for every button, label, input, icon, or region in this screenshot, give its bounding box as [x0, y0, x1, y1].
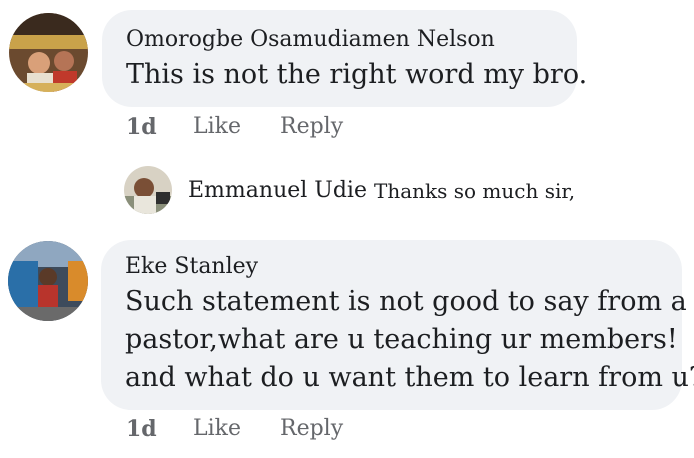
avatar[interactable]	[9, 13, 88, 92]
avatar[interactable]	[8, 241, 88, 321]
reply-button[interactable]: Reply	[280, 114, 343, 139]
avatar-photo	[124, 166, 172, 214]
reply-text: Thanks so much sir,	[374, 179, 576, 203]
reply-avatar[interactable]	[124, 166, 172, 214]
comment-age[interactable]: 1d	[126, 114, 157, 140]
comment-actions: 1d Like Reply	[126, 416, 426, 446]
comment-text-line: Such statement is not good to say from a	[125, 286, 687, 317]
comment-text-line: pastor,what are u teaching ur members!	[125, 324, 678, 355]
like-button[interactable]: Like	[193, 416, 241, 441]
avatar-photo	[8, 241, 88, 321]
comment-age[interactable]: 1d	[126, 416, 157, 442]
comment-author[interactable]: Eke Stanley	[125, 254, 258, 279]
like-button[interactable]: Like	[193, 114, 241, 139]
reply-button[interactable]: Reply	[280, 416, 343, 441]
reply-author[interactable]: Emmanuel Udie	[188, 178, 367, 203]
comment-text: This is not the right word my bro.	[126, 59, 588, 90]
comment-text-line: and what do u want them to learn from u?	[125, 362, 694, 393]
comment-author[interactable]: Omorogbe Osamudiamen Nelson	[126, 27, 495, 52]
comment-bubble: Eke Stanley Such statement is not good t…	[101, 240, 694, 410]
comment-bubble: Omorogbe Osamudiamen Nelson This is not …	[102, 10, 587, 107]
avatar-photo	[9, 13, 88, 92]
comment-actions: 1d Like Reply	[126, 114, 426, 144]
